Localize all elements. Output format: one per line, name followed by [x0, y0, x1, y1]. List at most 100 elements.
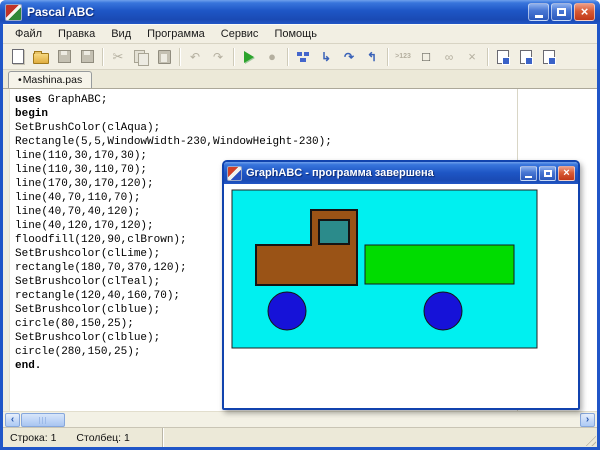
graphabc-maximize-button[interactable]: [539, 166, 556, 181]
graphabc-title-bar[interactable]: GraphABC - программа завершена ×: [224, 162, 578, 184]
maximize-icon: [557, 8, 566, 16]
redo-button: ↷: [207, 46, 229, 68]
menu-item-file[interactable]: Файл: [7, 26, 50, 42]
graphabc-app-icon: [227, 166, 242, 181]
menu-item-program[interactable]: Программа: [139, 26, 213, 42]
status-panel-extra: [163, 428, 597, 447]
toolbar-separator: [487, 48, 488, 66]
save-all-button: [76, 46, 98, 68]
code-line[interactable]: uses GraphABC;: [15, 93, 332, 107]
evaluate-icon: >123: [395, 53, 411, 60]
dock-window-2-button[interactable]: [515, 46, 537, 68]
code-line[interactable]: Rectangle(5,5,WindowWidth-230,WindowHeig…: [15, 135, 332, 149]
scrollbar-thumb[interactable]: [21, 413, 65, 427]
menu-item-edit[interactable]: Правка: [50, 26, 103, 42]
scroll-left-icon: ‹: [11, 415, 14, 425]
tab-modified-marker: •: [18, 74, 22, 86]
open-file-icon: [33, 53, 49, 64]
window-content: ФайлПравкаВидПрограммаСервисПомощь ✂ ↶ ↷ ● ↳…: [3, 24, 597, 447]
save-all-icon: [81, 50, 94, 63]
debug-modules-button[interactable]: [292, 46, 314, 68]
step-out-icon: ↰: [367, 51, 377, 63]
save-icon: [58, 50, 71, 63]
evaluate-button: >123: [392, 46, 414, 68]
status-line: Строка: 1: [10, 432, 56, 444]
cut-icon: ✂: [113, 50, 124, 63]
minimize-icon: [535, 15, 543, 18]
toolbar-separator: [287, 48, 288, 66]
undo-icon: ↶: [190, 51, 200, 63]
cut-button: ✂: [107, 46, 129, 68]
graphabc-close-button[interactable]: ×: [558, 166, 575, 181]
save-button: [53, 46, 75, 68]
scroll-left-button[interactable]: ‹: [5, 413, 20, 427]
graphabc-window-title: GraphABC - программа завершена: [246, 167, 516, 179]
editor-gutter: [3, 89, 10, 413]
pascal-abc-window: Pascal ABC × ФайлПравкаВидПрограммаСерви…: [0, 0, 600, 450]
toolbar-separator: [102, 48, 103, 66]
toolbar-separator: [179, 48, 180, 66]
output-window-icon: □: [422, 50, 430, 63]
scroll-right-button[interactable]: ›: [580, 413, 595, 427]
menu-item-view[interactable]: Вид: [103, 26, 139, 42]
debug-modules-icon: [297, 52, 309, 62]
tab-mashina-pas[interactable]: • Mashina.pas: [8, 71, 92, 88]
graphabc-window-controls: ×: [520, 166, 575, 181]
close-icon: ×: [581, 5, 589, 18]
step-out-button[interactable]: ↰: [361, 46, 383, 68]
menu-item-service[interactable]: Сервис: [213, 26, 267, 42]
title-bar[interactable]: Pascal ABC ×: [0, 0, 600, 24]
code-line[interactable]: begin: [15, 107, 332, 121]
open-file-button[interactable]: [30, 46, 52, 68]
paste-button: [153, 46, 175, 68]
dock-window-1-icon: [497, 50, 509, 64]
tab-label: Mashina.pas: [23, 74, 83, 86]
status-bar: Строка: 1 Столбец: 1: [3, 427, 597, 447]
code-line[interactable]: SetBrushColor(clAqua);: [15, 121, 332, 135]
close-file-button: ×: [461, 46, 483, 68]
graphabc-close-icon: ×: [563, 168, 569, 179]
dock-window-1-button[interactable]: [492, 46, 514, 68]
graphabc-canvas: [224, 184, 578, 408]
status-column: Столбец: 1: [76, 432, 129, 444]
stop-button: ●: [261, 46, 283, 68]
window-controls: ×: [528, 3, 595, 21]
resize-grip[interactable]: [583, 433, 596, 446]
truck-cargo-bed: [365, 245, 514, 284]
maximize-button[interactable]: [551, 3, 572, 21]
truck-drawing: [224, 184, 578, 408]
graphabc-minimize-button[interactable]: [520, 166, 537, 181]
watch-button: ∞: [438, 46, 460, 68]
redo-icon: ↷: [213, 51, 223, 63]
dock-window-3-icon: [543, 50, 555, 64]
dock-window-2-icon: [520, 50, 532, 64]
watch-icon: ∞: [445, 51, 454, 63]
horizontal-scrollbar[interactable]: ‹ ›: [3, 411, 597, 428]
status-panel-position: Строка: 1 Столбец: 1: [3, 428, 163, 447]
paste-icon: [158, 50, 171, 64]
menu-bar: ФайлПравкаВидПрограммаСервисПомощь: [3, 24, 597, 44]
truck-wheel-rear: [424, 292, 462, 330]
new-file-button[interactable]: [7, 46, 29, 68]
step-into-button[interactable]: ↳: [315, 46, 337, 68]
scroll-right-icon: ›: [586, 415, 589, 425]
new-file-icon: [12, 49, 24, 64]
run-button[interactable]: [238, 46, 260, 68]
menu-item-help[interactable]: Помощь: [266, 26, 325, 42]
dock-window-3-button[interactable]: [538, 46, 560, 68]
graphabc-window[interactable]: GraphABC - программа завершена ×: [222, 160, 580, 410]
step-over-button[interactable]: ↷: [338, 46, 360, 68]
close-button[interactable]: ×: [574, 3, 595, 21]
step-into-icon: ↳: [321, 51, 331, 63]
copy-button: [130, 46, 152, 68]
pascal-abc-app-icon: [5, 4, 22, 21]
graphabc-minimize-icon: [525, 176, 532, 178]
close-file-icon: ×: [468, 50, 476, 63]
stop-icon: ●: [268, 50, 276, 63]
graphabc-maximize-icon: [544, 170, 552, 177]
copy-icon: [134, 50, 145, 63]
truck-cab-window: [319, 220, 349, 244]
minimize-button[interactable]: [528, 3, 549, 21]
output-window-button[interactable]: □: [415, 46, 437, 68]
step-over-icon: ↷: [344, 51, 354, 63]
